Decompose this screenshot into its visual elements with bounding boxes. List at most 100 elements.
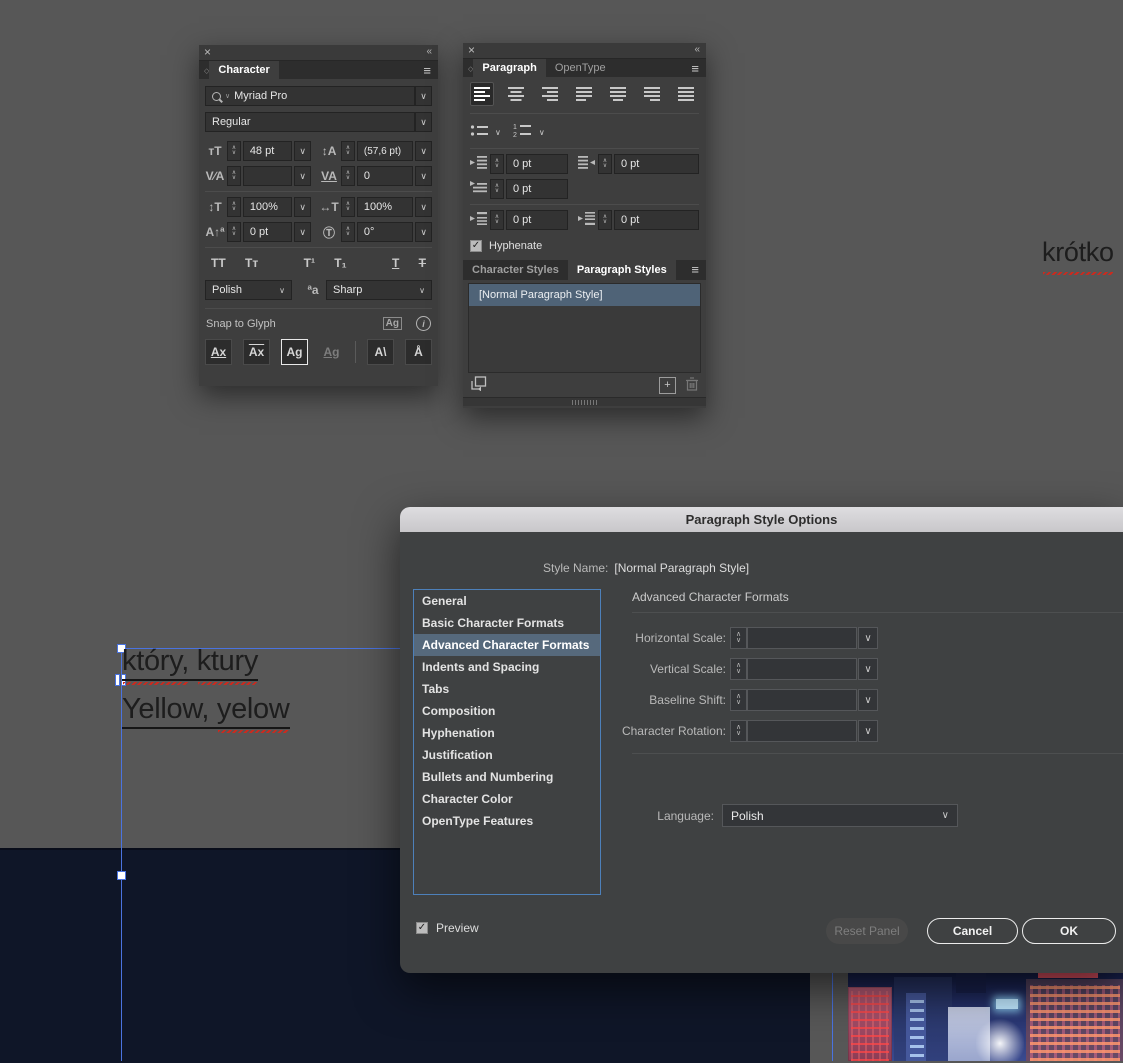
tab-paragraph[interactable]: Paragraph: [473, 59, 546, 77]
glyph-guides-icon[interactable]: Ag: [382, 317, 402, 330]
nav-item-opentype-features[interactable]: OpenType Features: [414, 810, 600, 832]
vertical-scale-stepper[interactable]: [730, 658, 747, 680]
create-new-style-icon[interactable]: +: [659, 376, 676, 394]
tab-character[interactable]: Character: [209, 61, 279, 79]
left-indent-field[interactable]: 0 pt: [506, 154, 568, 174]
panel-menu-icon[interactable]: [684, 260, 706, 280]
kerning-stepper[interactable]: [227, 166, 241, 186]
space-after-stepper[interactable]: [598, 210, 612, 230]
justify-last-left-button[interactable]: [572, 82, 596, 106]
panel-resize-handle[interactable]: [571, 399, 598, 405]
image-frame-edge[interactable]: [832, 973, 833, 1061]
snap-xheight-button[interactable]: Ax: [243, 339, 270, 365]
language-select[interactable]: Polish ∨: [722, 804, 958, 827]
snap-anchor-button[interactable]: Å: [405, 339, 432, 365]
dialog-titlebar[interactable]: Paragraph Style Options: [400, 507, 1123, 532]
snap-angle-button[interactable]: A\: [367, 339, 394, 365]
language-select[interactable]: Polish ∨: [205, 280, 292, 300]
panel-menu-icon[interactable]: [416, 61, 438, 79]
nav-item-justification[interactable]: Justification: [414, 744, 600, 766]
space-before-stepper[interactable]: [490, 210, 504, 230]
align-center-button[interactable]: [504, 82, 528, 106]
left-indent-stepper[interactable]: [490, 154, 504, 174]
font-size-stepper[interactable]: [227, 141, 241, 161]
skew-field[interactable]: 0°: [356, 222, 414, 242]
leading-dropdown-icon[interactable]: [415, 141, 432, 161]
horizontal-scale-dropdown-icon[interactable]: [858, 627, 878, 649]
justify-last-center-button[interactable]: [607, 82, 631, 106]
tracking-dropdown-icon[interactable]: [415, 166, 432, 186]
all-caps-icon[interactable]: TT: [211, 256, 226, 270]
font-family-dropdown-icon[interactable]: [415, 86, 432, 106]
info-icon[interactable]: [416, 316, 431, 331]
document-text-line-1[interactable]: który, ktury: [122, 645, 258, 685]
baseline-shift-stepper[interactable]: [730, 689, 747, 711]
baseline-shift-field[interactable]: 0 pt: [242, 222, 293, 242]
tab-opentype[interactable]: OpenType: [546, 59, 615, 77]
first-line-indent-field[interactable]: 0 pt: [506, 179, 568, 199]
frame-side-handle[interactable]: [117, 871, 126, 880]
character-rotation-dropdown-icon[interactable]: [858, 720, 878, 742]
right-indent-stepper[interactable]: [598, 154, 612, 174]
ok-button[interactable]: OK: [1022, 918, 1116, 944]
horizontal-scale-dropdown-icon[interactable]: [415, 197, 432, 217]
baseline-shift-dropdown-icon[interactable]: [294, 222, 312, 242]
baseline-shift-stepper[interactable]: [227, 222, 241, 242]
collapse-panel-icon[interactable]: [426, 45, 432, 59]
antialias-select[interactable]: Sharp ∨: [326, 280, 432, 300]
chevron-down-icon[interactable]: ∨: [539, 128, 545, 137]
preview-checkbox[interactable]: [416, 922, 428, 934]
nav-item-bullets-and-numbering[interactable]: Bullets and Numbering: [414, 766, 600, 788]
document-text-line-2[interactable]: Yellow, yelow: [122, 693, 290, 733]
document-text-krotko[interactable]: krótko: [1042, 237, 1114, 275]
character-rotation-stepper[interactable]: [730, 720, 747, 742]
tracking-stepper[interactable]: [341, 166, 355, 186]
right-indent-field[interactable]: 0 pt: [614, 154, 699, 174]
numbered-list-icon[interactable]: 12: [513, 123, 533, 141]
nav-item-advanced-character-formats[interactable]: Advanced Character Formats: [414, 634, 600, 656]
nav-item-general[interactable]: General: [414, 590, 600, 612]
chevron-down-icon[interactable]: ∨: [495, 128, 501, 137]
panel-cycle-icon[interactable]: [199, 61, 209, 79]
strikethrough-icon[interactable]: T: [419, 256, 426, 270]
leading-field[interactable]: (57,6 pt): [356, 141, 414, 161]
subscript-icon[interactable]: T₁: [334, 256, 346, 270]
align-left-button[interactable]: [470, 82, 494, 106]
font-family-field[interactable]: ∨ Myriad Pro: [205, 86, 415, 106]
horizontal-scale-stepper[interactable]: [341, 197, 355, 217]
underline-icon[interactable]: T: [392, 256, 399, 270]
vertical-scale-stepper[interactable]: [227, 197, 241, 217]
nav-item-hyphenation[interactable]: Hyphenation: [414, 722, 600, 744]
horizontal-scale-input[interactable]: [747, 627, 857, 649]
panel-menu-icon[interactable]: [684, 59, 706, 77]
cancel-button[interactable]: Cancel: [927, 918, 1018, 944]
superscript-icon[interactable]: T¹: [304, 256, 315, 270]
snap-baseline-button[interactable]: Ax: [205, 339, 232, 365]
font-style-dropdown-icon[interactable]: [415, 112, 432, 132]
snap-glyph-bounds-button[interactable]: Ag: [281, 339, 308, 365]
character-rotation-input[interactable]: [747, 720, 857, 742]
style-list-item[interactable]: [Normal Paragraph Style]: [469, 284, 700, 306]
vertical-scale-dropdown-icon[interactable]: [294, 197, 312, 217]
close-icon[interactable]: [204, 45, 211, 59]
kerning-field[interactable]: [242, 166, 293, 186]
space-before-field[interactable]: 0 pt: [506, 210, 568, 230]
font-size-dropdown-icon[interactable]: [294, 141, 312, 161]
tracking-field[interactable]: 0: [356, 166, 414, 186]
vertical-scale-field[interactable]: 100%: [242, 197, 293, 217]
vertical-scale-input[interactable]: [747, 658, 857, 680]
horizontal-scale-field[interactable]: 100%: [356, 197, 414, 217]
nav-item-tabs[interactable]: Tabs: [414, 678, 600, 700]
nav-item-character-color[interactable]: Character Color: [414, 788, 600, 810]
font-size-field[interactable]: 48 pt: [242, 141, 293, 161]
first-line-indent-stepper[interactable]: [490, 179, 504, 199]
close-icon[interactable]: [468, 43, 475, 57]
nav-item-basic-character-formats[interactable]: Basic Character Formats: [414, 612, 600, 634]
new-style-group-icon[interactable]: [471, 376, 487, 394]
tab-character-styles[interactable]: Character Styles: [463, 260, 568, 280]
kerning-dropdown-icon[interactable]: [294, 166, 312, 186]
bullet-list-icon[interactable]: [470, 124, 489, 141]
hyphenate-checkbox[interactable]: [470, 240, 482, 252]
tab-paragraph-styles[interactable]: Paragraph Styles: [567, 260, 676, 280]
baseline-shift-dropdown-icon[interactable]: [858, 689, 878, 711]
